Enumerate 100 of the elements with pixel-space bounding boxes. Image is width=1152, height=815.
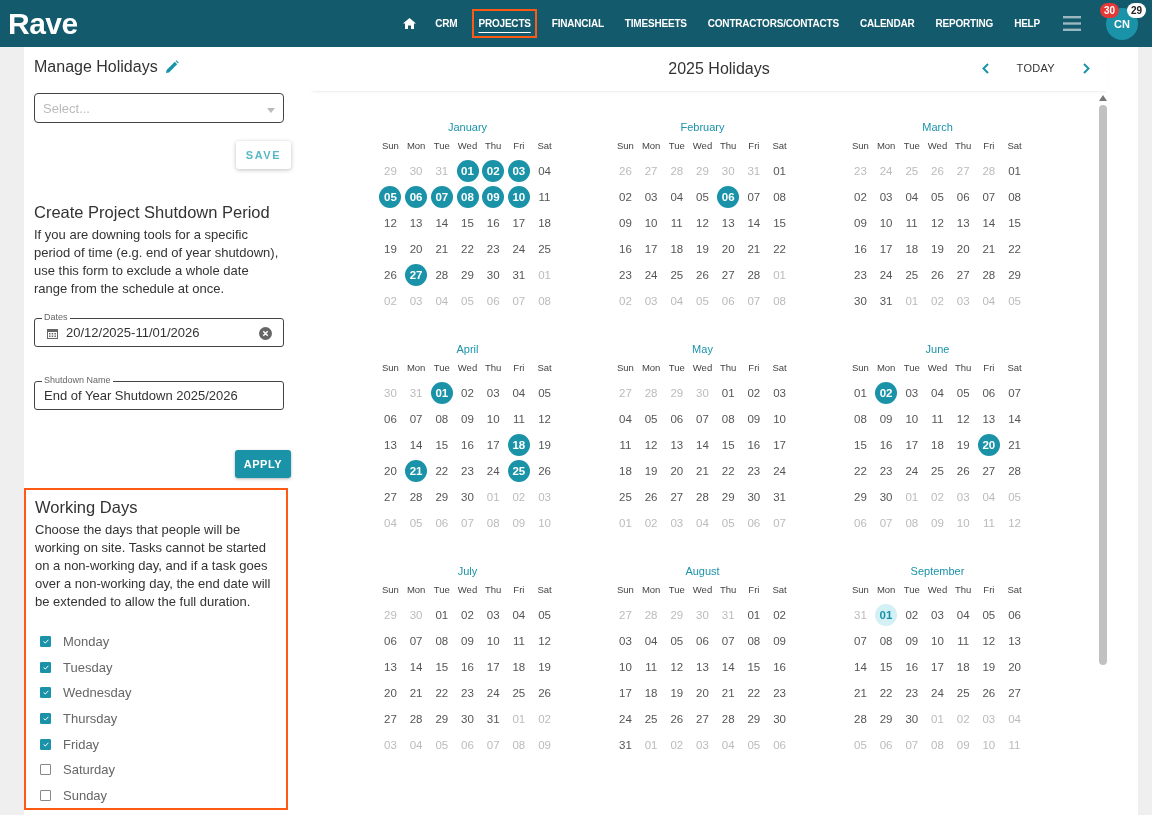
calendar-day[interactable]: 31 — [875, 290, 898, 312]
calendar-day[interactable]: 02 — [614, 186, 637, 208]
calendar-day[interactable]: 16 — [849, 238, 872, 260]
calendar-day[interactable]: 29 — [430, 486, 453, 508]
nav-link[interactable]: TIMESHEETS — [620, 13, 691, 34]
pencil-icon[interactable] — [164, 59, 179, 74]
calendar-day[interactable]: 06 — [405, 186, 428, 208]
calendar-day[interactable]: 18 — [614, 460, 637, 482]
calendar-day[interactable]: 04 — [952, 604, 975, 626]
calendar-day[interactable]: 15 — [849, 434, 872, 456]
calendar-day[interactable]: 18 — [507, 434, 530, 456]
calendar-day[interactable]: 14 — [977, 212, 1000, 234]
calendar-day[interactable]: 25 — [640, 708, 663, 730]
calendar-day[interactable]: 27 — [405, 264, 428, 286]
calendar-day[interactable]: 27 — [717, 264, 740, 286]
calendar-day[interactable]: 18 — [640, 682, 663, 704]
holiday-select[interactable]: Select... — [34, 92, 284, 124]
calendar-day[interactable]: 11 — [926, 408, 949, 430]
calendar-day[interactable]: 11 — [665, 212, 688, 234]
calendar-day[interactable]: 02 — [900, 604, 923, 626]
calendar-day[interactable]: 04 — [507, 604, 530, 626]
calendar-day[interactable]: 08 — [430, 408, 453, 430]
calendar-day[interactable]: 05 — [640, 408, 663, 430]
calendar-day[interactable]: 28 — [430, 264, 453, 286]
calendar-day[interactable]: 23 — [614, 264, 637, 286]
checkbox-label[interactable]: Friday — [63, 736, 100, 752]
calendar-day[interactable]: 10 — [640, 212, 663, 234]
nav-link[interactable]: CRM — [431, 13, 462, 34]
calendar-day[interactable]: 07 — [849, 630, 872, 652]
calendar-day[interactable]: 19 — [533, 434, 556, 456]
calendar-day[interactable]: 05 — [977, 604, 1000, 626]
calendar-day[interactable]: 30 — [482, 264, 505, 286]
calendar-day[interactable]: 30 — [849, 290, 872, 312]
calendar-day[interactable]: 28 — [977, 264, 1000, 286]
calendar-day[interactable]: 16 — [456, 656, 479, 678]
calendar-day[interactable]: 25 — [614, 486, 637, 508]
checkbox-label[interactable]: Wednesday — [63, 685, 132, 701]
calendar-day[interactable]: 01 — [717, 382, 740, 404]
calendar-day[interactable]: 06 — [379, 408, 402, 430]
calendar-day[interactable]: 23 — [849, 264, 872, 286]
apply-button[interactable]: APPLY — [234, 449, 291, 478]
calendar-day[interactable]: 13 — [952, 212, 975, 234]
calendar-day[interactable]: 05 — [379, 186, 402, 208]
clear-icon[interactable] — [259, 327, 272, 341]
calendar-day[interactable]: 29 — [456, 264, 479, 286]
calendar-day[interactable]: 11 — [507, 408, 530, 430]
calendar-day[interactable]: 20 — [379, 682, 402, 704]
calendar-day[interactable]: 19 — [977, 656, 1000, 678]
calendar-day[interactable]: 17 — [768, 434, 791, 456]
calendar-day[interactable]: 14 — [849, 656, 872, 678]
nav-link[interactable]: CONTRACTORS/CONTACTS — [703, 13, 843, 34]
calendar-day[interactable]: 25 — [665, 264, 688, 286]
calendar-day[interactable]: 02 — [456, 382, 479, 404]
calendar-day[interactable]: 04 — [926, 382, 949, 404]
chevron-left-icon[interactable] — [981, 62, 989, 74]
calendar-day[interactable]: 25 — [900, 264, 923, 286]
checkbox[interactable] — [40, 764, 51, 776]
calendar-day[interactable]: 21 — [742, 238, 765, 260]
calendar-day[interactable]: 26 — [533, 682, 556, 704]
calendar-day[interactable]: 28 — [405, 708, 428, 730]
calendar-day[interactable]: 16 — [614, 238, 637, 260]
calendar-day[interactable]: 20 — [1003, 656, 1026, 678]
calendar-day[interactable]: 11 — [507, 630, 530, 652]
calendar-day[interactable]: 02 — [742, 382, 765, 404]
calendar-day[interactable]: 24 — [482, 460, 505, 482]
calendar-day[interactable]: 05 — [952, 382, 975, 404]
calendar-day[interactable]: 23 — [768, 682, 791, 704]
calendar-day[interactable]: 01 — [742, 604, 765, 626]
calendar-day[interactable]: 09 — [456, 630, 479, 652]
calendar-day[interactable]: 02 — [482, 160, 505, 182]
calendar-day[interactable]: 25 — [952, 682, 975, 704]
calendar-day[interactable]: 10 — [482, 630, 505, 652]
calendar-day[interactable]: 13 — [691, 656, 714, 678]
calendar-day[interactable]: 21 — [1003, 434, 1026, 456]
today-button[interactable]: TODAY — [1016, 62, 1055, 74]
calendar-day[interactable]: 12 — [379, 212, 402, 234]
calendar-day[interactable]: 24 — [614, 708, 637, 730]
calendar-day[interactable]: 15 — [742, 656, 765, 678]
calendar-day[interactable]: 31 — [482, 708, 505, 730]
calendar-day[interactable]: 29 — [849, 486, 872, 508]
checkbox-label[interactable]: Thursday — [63, 710, 118, 726]
calendar-day[interactable]: 29 — [717, 486, 740, 508]
calendar-day[interactable]: 04 — [665, 186, 688, 208]
nav-link[interactable]: HELP — [1010, 13, 1044, 34]
calendar-day[interactable]: 09 — [849, 212, 872, 234]
calendar-day[interactable]: 22 — [1003, 238, 1026, 260]
calendar-day[interactable]: 16 — [482, 212, 505, 234]
calendar-day[interactable]: 21 — [405, 460, 428, 482]
calendar-day[interactable]: 24 — [875, 264, 898, 286]
calendar-day[interactable]: 24 — [640, 264, 663, 286]
calendar-day[interactable]: 05 — [533, 382, 556, 404]
calendar-day[interactable]: 29 — [1003, 264, 1026, 286]
calendar-day[interactable]: 27 — [977, 460, 1000, 482]
calendar-day[interactable]: 03 — [900, 382, 923, 404]
calendar-day[interactable]: 04 — [900, 186, 923, 208]
calendar-day[interactable]: 11 — [900, 212, 923, 234]
calendar-day[interactable]: 07 — [405, 408, 428, 430]
calendar-day[interactable]: 02 — [768, 604, 791, 626]
calendar-day[interactable]: 30 — [742, 486, 765, 508]
calendar-day[interactable]: 25 — [507, 682, 530, 704]
